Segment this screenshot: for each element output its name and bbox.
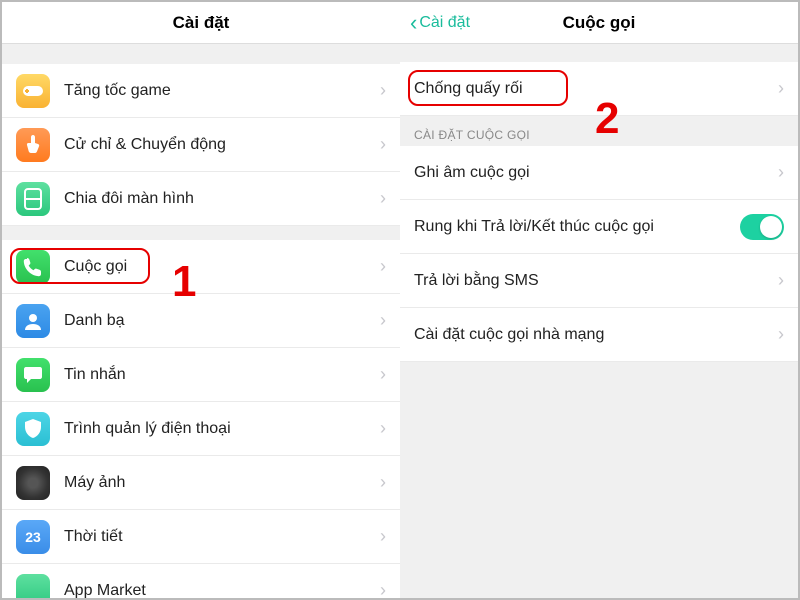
row-label: Máy ảnh: [64, 474, 380, 492]
calls-list: Chống quấy rối › CÀI ĐẶT CUỘC GỌI Ghi âm…: [400, 44, 798, 598]
phone-icon: [16, 250, 50, 284]
chevron-right-icon: ›: [380, 310, 386, 331]
page-title: Cài đặt: [173, 13, 230, 33]
row-gestures[interactable]: Cử chỉ & Chuyển động ›: [2, 118, 400, 172]
app-market-icon: [16, 574, 50, 599]
chevron-right-icon: ›: [380, 580, 386, 598]
chevron-right-icon: ›: [380, 188, 386, 209]
weather-icon: 23: [16, 520, 50, 554]
back-label: Cài đặt: [419, 14, 470, 32]
row-weather[interactable]: 23 Thời tiết ›: [2, 510, 400, 564]
chevron-right-icon: ›: [778, 162, 784, 183]
row-vibrate-answer-end[interactable]: Rung khi Trả lời/Kết thúc cuộc gọi: [400, 200, 798, 254]
split-screen-icon: [16, 182, 50, 216]
row-split-screen[interactable]: Chia đôi màn hình ›: [2, 172, 400, 226]
game-icon: [16, 74, 50, 108]
row-label: Rung khi Trả lời/Kết thúc cuộc gọi: [414, 218, 740, 236]
chevron-left-icon: ‹: [410, 10, 417, 36]
back-button[interactable]: ‹ Cài đặt: [410, 10, 470, 36]
page-title: Cuộc gọi: [563, 13, 636, 33]
row-label: Trả lời bằng SMS: [414, 272, 778, 290]
header: Cài đặt: [2, 2, 400, 44]
toggle-knob: [760, 216, 782, 238]
row-label: Cử chỉ & Chuyển động: [64, 136, 380, 154]
chevron-right-icon: ›: [380, 80, 386, 101]
contacts-icon: [16, 304, 50, 338]
row-camera[interactable]: Máy ảnh ›: [2, 456, 400, 510]
row-phone-manager[interactable]: Trình quản lý điện thoại ›: [2, 402, 400, 456]
row-contacts[interactable]: Danh bạ ›: [2, 294, 400, 348]
chevron-right-icon: ›: [380, 526, 386, 547]
row-label: Chia đôi màn hình: [64, 190, 380, 208]
chevron-right-icon: ›: [380, 364, 386, 385]
row-label: Thời tiết: [64, 528, 380, 546]
message-icon: [16, 358, 50, 392]
row-anti-harassment[interactable]: Chống quấy rối ›: [400, 62, 798, 116]
chevron-right-icon: ›: [380, 256, 386, 277]
row-label: App Market: [64, 582, 380, 599]
row-carrier-call-settings[interactable]: Cài đặt cuộc gọi nhà mạng ›: [400, 308, 798, 362]
row-game-boost[interactable]: Tăng tốc game ›: [2, 64, 400, 118]
chevron-right-icon: ›: [380, 134, 386, 155]
toggle-switch[interactable]: [740, 214, 784, 240]
chevron-right-icon: ›: [778, 78, 784, 99]
row-label: Danh bạ: [64, 312, 380, 330]
row-label: Tin nhắn: [64, 366, 380, 384]
row-call-recording[interactable]: Ghi âm cuộc gọi ›: [400, 146, 798, 200]
chevron-right-icon: ›: [380, 418, 386, 439]
row-app-market[interactable]: App Market ›: [2, 564, 400, 598]
row-label: Cuộc gọi: [64, 258, 380, 276]
row-label: Cài đặt cuộc gọi nhà mạng: [414, 326, 778, 344]
shield-icon: [16, 412, 50, 446]
camera-icon: [16, 466, 50, 500]
row-label: Ghi âm cuộc gọi: [414, 164, 778, 182]
row-label: Trình quản lý điện thoại: [64, 420, 380, 438]
chevron-right-icon: ›: [778, 270, 784, 291]
row-calls[interactable]: Cuộc gọi ›: [2, 240, 400, 294]
calls-screen: ‹ Cài đặt Cuộc gọi Chống quấy rối › CÀI …: [400, 2, 798, 598]
chevron-right-icon: ›: [380, 472, 386, 493]
settings-list: Tăng tốc game › Cử chỉ & Chuyển động › C…: [2, 44, 400, 598]
row-messages[interactable]: Tin nhắn ›: [2, 348, 400, 402]
section-header: CÀI ĐẶT CUỘC GỌI: [400, 116, 798, 146]
settings-screen: Cài đặt Tăng tốc game › Cử chỉ & Chuyển …: [2, 2, 400, 598]
row-label: Chống quấy rối: [414, 80, 778, 98]
gesture-icon: [16, 128, 50, 162]
row-sms-reply[interactable]: Trả lời bằng SMS ›: [400, 254, 798, 308]
chevron-right-icon: ›: [778, 324, 784, 345]
row-label: Tăng tốc game: [64, 82, 380, 100]
header: ‹ Cài đặt Cuộc gọi: [400, 2, 798, 44]
